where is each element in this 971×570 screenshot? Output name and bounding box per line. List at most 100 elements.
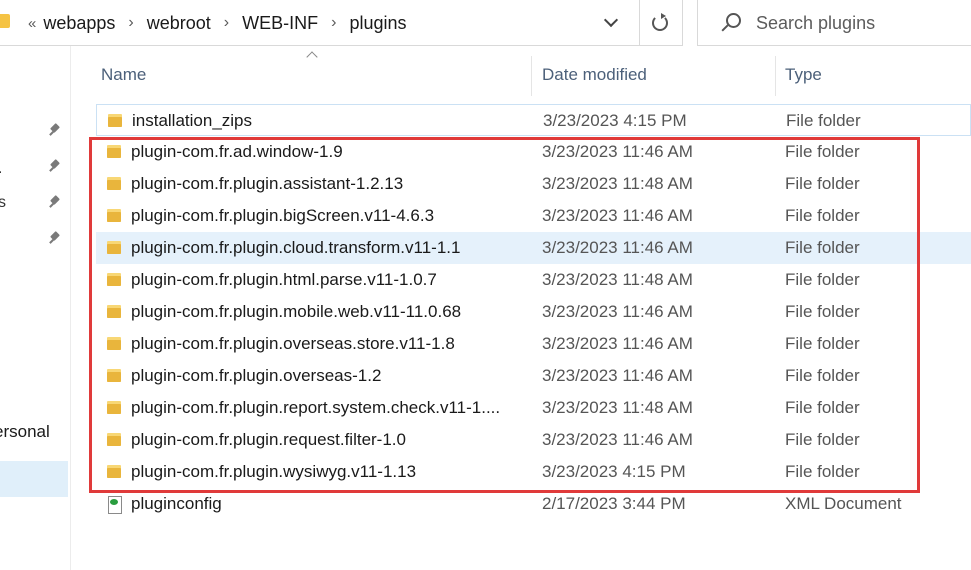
file-date-modified: 3/23/2023 11:46 AM <box>542 366 693 385</box>
address-bar[interactable]: « webapps › webroot › WEB-INF › plugins <box>0 0 683 46</box>
file-name[interactable]: plugin-com.fr.plugin.bigScreen.v11-4.6.3 <box>131 200 434 232</box>
file-name[interactable]: installation_zips <box>132 105 252 137</box>
file-name[interactable]: plugin-com.fr.plugin.overseas.store.v11-… <box>131 328 455 360</box>
navigation-pane: . s ersonal <box>0 46 68 570</box>
folder-icon <box>106 144 122 160</box>
chevron-right-icon[interactable]: › <box>331 14 336 32</box>
file-name[interactable]: plugin-com.fr.plugin.report.system.check… <box>131 392 500 424</box>
file-name[interactable]: plugin-com.fr.plugin.wysiwyg.v11-1.13 <box>131 456 416 488</box>
breadcrumb-webapps[interactable]: webapps <box>43 13 115 34</box>
chevron-right-icon[interactable]: › <box>224 14 229 32</box>
file-row[interactable]: plugin-com.fr.ad.window-1.9 3/23/2023 11:… <box>96 136 971 168</box>
file-date-modified: 3/23/2023 11:48 AM <box>542 398 693 417</box>
pin-icon[interactable] <box>48 196 62 210</box>
nav-item-personal[interactable]: ersonal <box>0 422 50 442</box>
column-header-type-label: Type <box>785 65 822 84</box>
nav-item-fragment[interactable]: s <box>0 194 6 212</box>
pin-icon[interactable] <box>48 124 62 138</box>
breadcrumb-plugins[interactable]: plugins <box>349 13 406 34</box>
file-name[interactable]: plugin-com.fr.ad.window-1.9 <box>131 136 343 168</box>
file-type: File folder <box>785 462 860 481</box>
file-name[interactable]: plugin-com.fr.plugin.cloud.transform.v11… <box>131 232 460 264</box>
file-name[interactable]: plugin-com.fr.plugin.assistant-1.2.13 <box>131 168 403 200</box>
file-type: File folder <box>785 366 860 385</box>
folder-icon <box>106 464 122 480</box>
file-row[interactable]: plugin-com.fr.plugin.mobile.web.v11-11.0… <box>96 296 971 328</box>
file-row[interactable]: plugin-com.fr.plugin.report.system.check… <box>96 392 971 424</box>
file-date-modified: 3/23/2023 11:48 AM <box>542 270 693 289</box>
folder-icon <box>106 336 122 352</box>
file-row[interactable]: plugin-com.fr.plugin.assistant-1.2.13 3/2… <box>96 168 971 200</box>
folder-icon <box>106 176 122 192</box>
file-name[interactable]: pluginconfig <box>131 488 222 520</box>
file-date-modified: 2/17/2023 3:44 PM <box>542 494 686 513</box>
breadcrumb-webroot[interactable]: webroot <box>147 13 211 34</box>
folder-icon <box>106 304 122 320</box>
file-type: File folder <box>785 142 860 161</box>
folder-icon <box>106 432 122 448</box>
file-date-modified: 3/23/2023 4:15 PM <box>542 462 686 481</box>
file-name[interactable]: plugin-com.fr.plugin.overseas-1.2 <box>131 360 381 392</box>
folder-icon <box>106 208 122 224</box>
breadcrumb: « webapps › webroot › WEB-INF › plugins <box>28 0 406 46</box>
file-type: File folder <box>785 398 860 417</box>
column-resize-handle[interactable] <box>775 56 776 96</box>
file-type: File folder <box>786 111 861 130</box>
file-type: File folder <box>785 238 860 257</box>
file-row[interactable]: installation_zips 3/23/2023 4:15 PM File f… <box>96 104 971 136</box>
file-row[interactable]: plugin-com.fr.plugin.request.filter-1.0 3… <box>96 424 971 456</box>
breadcrumb-overflow-icon[interactable]: « <box>28 15 36 32</box>
file-row[interactable]: plugin-com.fr.plugin.wysiwyg.v11-1.13 3/2… <box>96 456 971 488</box>
column-header-date-modified[interactable]: Date modified <box>542 52 772 98</box>
nav-item-selected[interactable] <box>0 461 68 497</box>
file-type: XML Document <box>785 494 902 513</box>
divider <box>639 0 640 46</box>
file-type: File folder <box>785 302 860 321</box>
folder-icon <box>106 272 122 288</box>
file-type: File folder <box>785 334 860 353</box>
file-type: File folder <box>785 174 860 193</box>
file-name[interactable]: plugin-com.fr.plugin.mobile.web.v11-11.0… <box>131 296 461 328</box>
nav-item-fragment[interactable]: . <box>0 160 2 178</box>
search-input[interactable] <box>756 8 956 38</box>
pin-icon[interactable] <box>48 160 62 174</box>
column-header-name[interactable]: Name <box>101 52 531 98</box>
file-date-modified: 3/23/2023 11:46 AM <box>542 430 693 449</box>
refresh-icon[interactable] <box>649 12 671 34</box>
file-list: installation_zips 3/23/2023 4:15 PM File f… <box>96 104 971 520</box>
column-header-row: Name Date modified Type <box>88 52 971 98</box>
file-type: File folder <box>785 206 860 225</box>
file-type: File folder <box>785 430 860 449</box>
xml-file-icon <box>106 496 122 514</box>
column-header-type[interactable]: Type <box>785 52 965 98</box>
file-date-modified: 3/23/2023 11:46 AM <box>542 302 693 321</box>
file-date-modified: 3/23/2023 11:46 AM <box>542 206 693 225</box>
column-header-date-label: Date modified <box>542 65 647 84</box>
pin-icon[interactable] <box>48 232 62 246</box>
file-type: File folder <box>785 270 860 289</box>
folder-icon <box>106 400 122 416</box>
address-history-chevron-down-icon[interactable] <box>600 12 624 34</box>
folder-icon <box>106 368 122 384</box>
folder-icon <box>106 240 122 256</box>
breadcrumb-web-inf[interactable]: WEB-INF <box>242 13 318 34</box>
file-row[interactable]: plugin-com.fr.plugin.overseas-1.2 3/23/20… <box>96 360 971 392</box>
file-name[interactable]: plugin-com.fr.plugin.request.filter-1.0 <box>131 424 406 456</box>
file-row[interactable]: pluginconfig 2/17/2023 3:44 PM XML Documen… <box>96 488 971 520</box>
file-row[interactable]: plugin-com.fr.plugin.bigScreen.v11-4.6.3… <box>96 200 971 232</box>
pane-divider[interactable] <box>70 46 71 570</box>
file-date-modified: 3/23/2023 11:46 AM <box>542 142 693 161</box>
file-date-modified: 3/23/2023 11:46 AM <box>542 334 693 353</box>
file-row[interactable]: plugin-com.fr.plugin.html.parse.v11-1.0.… <box>96 264 971 296</box>
file-row[interactable]: plugin-com.fr.plugin.cloud.transform.v11… <box>96 232 971 264</box>
folder-icon <box>0 14 10 28</box>
column-header-name-label: Name <box>101 65 147 84</box>
file-row[interactable]: plugin-com.fr.plugin.overseas.store.v11-… <box>96 328 971 360</box>
file-date-modified: 3/23/2023 4:15 PM <box>543 111 687 130</box>
search-box[interactable] <box>697 0 971 46</box>
chevron-right-icon[interactable]: › <box>128 14 133 32</box>
file-name[interactable]: plugin-com.fr.plugin.html.parse.v11-1.0.… <box>131 264 437 296</box>
file-date-modified: 3/23/2023 11:48 AM <box>542 174 693 193</box>
toolbar: « webapps › webroot › WEB-INF › plugins <box>0 0 971 46</box>
column-resize-handle[interactable] <box>531 56 532 96</box>
